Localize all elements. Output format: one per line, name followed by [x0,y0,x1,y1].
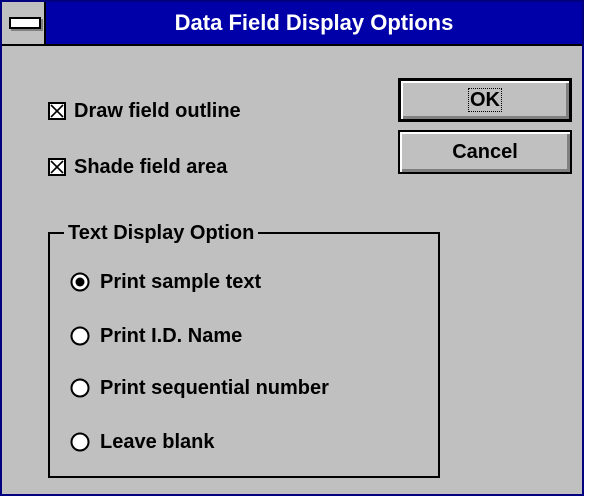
radio-unselected-icon [70,326,90,346]
text-display-group: Text Display Option Print sample text Pr… [48,220,440,478]
radio-print-id-name[interactable]: Print I.D. Name [70,322,242,350]
radio-unselected-icon [70,378,90,398]
radio-selected-icon [70,272,90,292]
draw-outline-checkbox[interactable]: Draw field outline [48,98,241,124]
ok-button[interactable]: OK [398,78,572,122]
shade-area-checkbox[interactable]: Shade field area [48,154,227,180]
radio-label: Leave blank [100,430,215,453]
radio-leave-blank[interactable]: Leave blank [70,428,215,456]
radio-print-sample-text[interactable]: Print sample text [70,268,261,296]
draw-outline-label: Draw field outline [74,99,241,122]
text-display-group-label: Text Display Option [64,220,259,246]
system-menu-button[interactable] [2,2,46,44]
ok-button-label: OK [468,87,502,112]
cancel-button[interactable]: Cancel [398,130,572,174]
shade-area-label: Shade field area [74,155,228,178]
title-bar[interactable]: Data Field Display Options [2,2,582,46]
checkbox-checked-icon [48,158,66,176]
checkbox-checked-icon [48,102,66,120]
radio-label: Print sequential number [100,376,329,399]
radio-print-sequential-number[interactable]: Print sequential number [70,374,329,402]
system-menu-icon [9,17,41,29]
radio-unselected-icon [70,432,90,452]
dialog-window: Data Field Display Options Draw field ou… [0,0,584,496]
radio-label: Print sample text [100,270,262,293]
cancel-button-label: Cancel [452,140,518,163]
radio-label: Print I.D. Name [100,324,243,347]
window-title: Data Field Display Options [174,10,454,35]
